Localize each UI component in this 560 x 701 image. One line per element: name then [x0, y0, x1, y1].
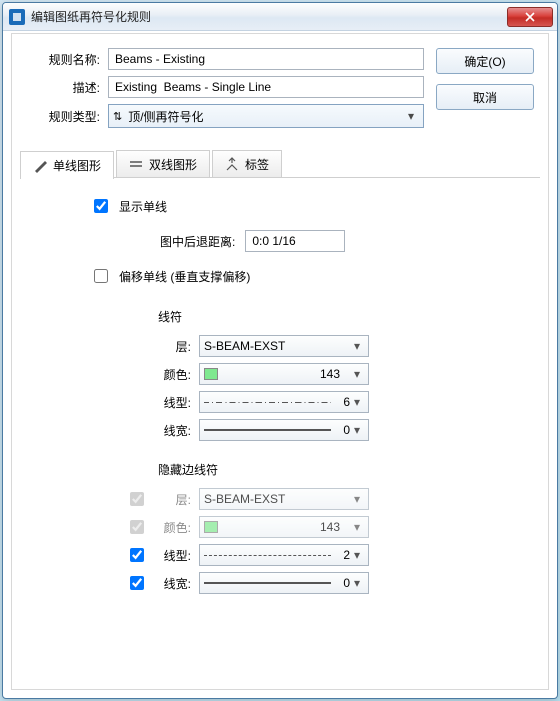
hidden-color-value: 143	[224, 520, 350, 534]
hidden-layer-checkbox	[130, 492, 144, 506]
color-swatch-icon	[204, 368, 218, 380]
hidden-linetype-label: 线型:	[155, 547, 191, 564]
chevron-down-icon: ▾	[350, 548, 364, 562]
hidden-edge-title: 隐藏边线符	[158, 461, 528, 478]
ok-button[interactable]: 确定(O)	[436, 48, 534, 74]
dialog-window: 编辑图纸再符号化规则 规则名称: 描述: 规则类型: ⇅ 顶/侧再符号化 ▾ 确…	[2, 2, 558, 699]
hidden-color-select: 143 ▾	[199, 516, 369, 538]
chevron-down-icon: ▾	[350, 492, 364, 506]
chevron-down-icon: ▾	[403, 109, 419, 123]
hidden-linetype-value: 2	[343, 548, 350, 562]
tab-labels[interactable]: 标签	[212, 150, 282, 177]
app-icon	[9, 9, 25, 25]
rule-type-label: 规则类型:	[26, 108, 100, 125]
lineweight-label: 线宽:	[155, 422, 191, 439]
linetype-label: 线型:	[155, 394, 191, 411]
chevron-down-icon: ▾	[350, 367, 364, 381]
tabstrip: 单线图形 双线图形 标签	[20, 150, 540, 178]
chevron-down-icon: ▾	[350, 520, 364, 534]
tab-single-line-label: 单线图形	[53, 157, 101, 174]
description-label: 描述:	[26, 79, 100, 96]
rule-type-icon: ⇅	[113, 110, 122, 123]
setback-input[interactable]	[245, 230, 345, 252]
linesym-title: 线符	[158, 308, 528, 325]
chevron-down-icon: ▾	[350, 395, 364, 409]
layer-value: S-BEAM-EXST	[204, 339, 350, 353]
hidden-layer-select: S-BEAM-EXST ▾	[199, 488, 369, 510]
client-area: 规则名称: 描述: 规则类型: ⇅ 顶/侧再符号化 ▾ 确定(O) 取消	[11, 33, 549, 690]
hidden-layer-value: S-BEAM-EXST	[204, 492, 350, 506]
color-label: 颜色:	[155, 366, 191, 383]
offset-single-label: 偏移单线 (垂直支撑偏移)	[119, 268, 250, 285]
lineweight-select[interactable]: 0 ▾	[199, 419, 369, 441]
tab-double-line[interactable]: 双线图形	[116, 150, 210, 177]
rule-type-combo[interactable]: ⇅ 顶/侧再符号化 ▾	[108, 104, 424, 128]
hidden-lineweight-label: 线宽:	[155, 575, 191, 592]
cancel-button[interactable]: 取消	[436, 84, 534, 110]
double-line-icon	[129, 157, 143, 171]
hidden-lineweight-value: 0	[343, 576, 350, 590]
show-single-checkbox[interactable]	[94, 199, 108, 213]
close-button[interactable]	[507, 7, 553, 27]
close-icon	[525, 12, 535, 22]
rule-type-value: 顶/侧再符号化	[128, 108, 403, 125]
layer-label: 层:	[155, 338, 191, 355]
tab-single-line-body: 显示单线 图中后退距离: 偏移单线 (垂直支撑偏移) 线符 层: S-BEAM-…	[20, 178, 540, 612]
tab-single-line[interactable]: 单线图形	[20, 151, 114, 179]
setback-label: 图中后退距离:	[160, 233, 235, 250]
tab-double-line-label: 双线图形	[149, 156, 197, 173]
hidden-lineweight-select[interactable]: 0 ▾	[199, 572, 369, 594]
color-select[interactable]: 143 ▾	[199, 363, 369, 385]
window-title: 编辑图纸再符号化规则	[31, 8, 507, 25]
chevron-down-icon: ▾	[350, 423, 364, 437]
offset-single-checkbox[interactable]	[94, 269, 108, 283]
description-input[interactable]	[108, 76, 424, 98]
titlebar: 编辑图纸再符号化规则	[3, 3, 557, 31]
layer-select[interactable]: S-BEAM-EXST ▾	[199, 335, 369, 357]
pencil-icon	[33, 159, 47, 173]
color-value: 143	[224, 367, 350, 381]
rule-name-label: 规则名称:	[26, 51, 100, 68]
rule-name-input[interactable]	[108, 48, 424, 70]
chevron-down-icon: ▾	[350, 576, 364, 590]
tab-labels-label: 标签	[245, 156, 269, 173]
tag-icon	[225, 157, 239, 171]
chevron-down-icon: ▾	[350, 339, 364, 353]
color-swatch-icon	[204, 521, 218, 533]
linetype-value: 6	[343, 395, 350, 409]
hidden-linetype-select[interactable]: 2 ▾	[199, 544, 369, 566]
linetype-select[interactable]: 6 ▾	[199, 391, 369, 413]
hidden-color-label: 颜色:	[155, 519, 191, 536]
hidden-linetype-checkbox[interactable]	[130, 548, 144, 562]
hidden-color-checkbox	[130, 520, 144, 534]
hidden-layer-label: 层:	[155, 491, 191, 508]
hidden-lineweight-checkbox[interactable]	[130, 576, 144, 590]
lineweight-value: 0	[343, 423, 350, 437]
show-single-label: 显示单线	[119, 198, 167, 215]
